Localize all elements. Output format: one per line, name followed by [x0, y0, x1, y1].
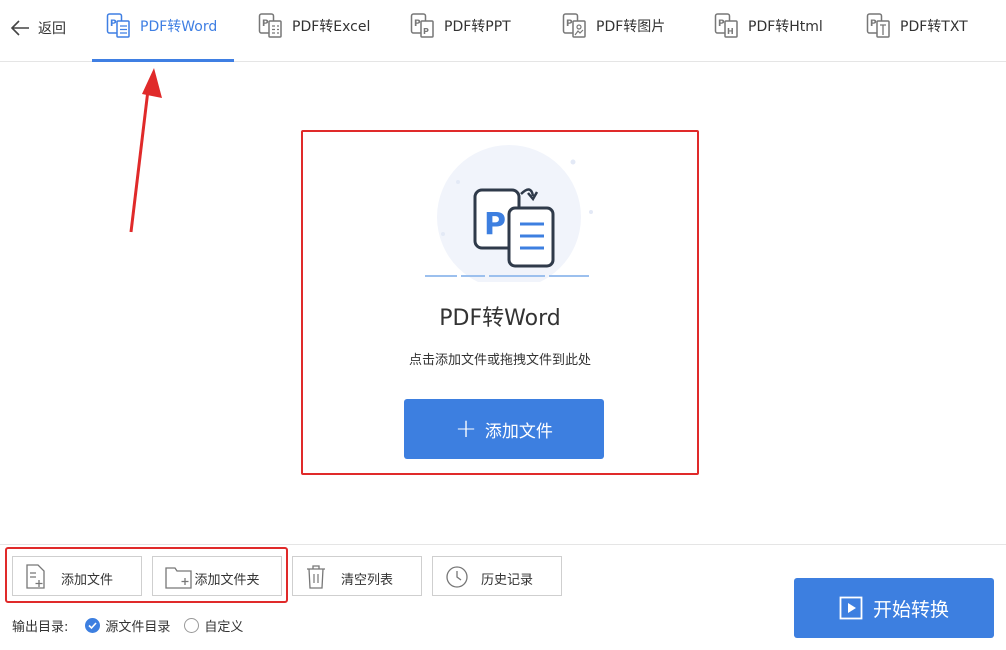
tab-label: PDF转图片	[596, 19, 666, 35]
bottom-toolbar: 添加文件 添加文件夹 清空列表 历史记录 输出目录: 源文件目录 自定义 开始转…	[0, 544, 1006, 650]
add-folder-button[interactable]: 添加文件夹	[152, 556, 282, 596]
clear-list-label: 清空列表	[340, 573, 393, 588]
drop-title: PDF转Word	[439, 306, 561, 331]
tab-label: PDF转Html	[748, 19, 823, 35]
add-file-button[interactable]: + 添加文件	[404, 399, 604, 459]
svg-text:P: P	[110, 19, 117, 29]
clear-list-button[interactable]: 清空列表	[292, 556, 422, 596]
tab-pdf-to-word[interactable]: P PDF转Word	[106, 10, 217, 42]
radio-checked-icon	[85, 617, 101, 633]
tab-pdf-to-excel[interactable]: P PDF转Excel	[258, 10, 370, 42]
pdf-txt-icon: P	[866, 13, 890, 38]
tab-pdf-to-image[interactable]: P PDF转图片	[562, 10, 665, 42]
pdf-image-icon: P	[562, 13, 586, 38]
svg-text:P: P	[423, 27, 429, 36]
start-convert-label: 开始转换	[872, 598, 949, 621]
pdf-html-icon: P H	[714, 13, 738, 38]
top-nav-bar: 返回 P PDF转Word P PDF转Excel P P PDF转PPT P …	[0, 0, 1006, 62]
start-convert-button[interactable]: 开始转换	[794, 578, 994, 638]
output-label: 输出目录:	[12, 619, 69, 635]
add-folder-label: 添加文件夹	[194, 573, 260, 588]
add-file-label: 添加文件	[484, 421, 553, 442]
output-directory-row: 输出目录: 源文件目录 自定义	[12, 616, 243, 635]
tab-label: PDF转TXT	[900, 19, 968, 35]
file-drop-area[interactable]: P PDF转Word 点击添加文件或拖拽文件到此处 + 添加文件	[301, 130, 699, 475]
svg-text:H: H	[727, 27, 734, 36]
tab-label: PDF转Word	[140, 19, 218, 35]
svg-text:P: P	[870, 19, 877, 29]
history-label: 历史记录	[480, 573, 533, 588]
plus-icon: +	[455, 414, 477, 444]
pdf-to-word-illustration: P	[425, 145, 593, 282]
drop-hint: 点击添加文件或拖拽文件到此处	[408, 353, 591, 368]
radio-unchecked-icon	[184, 617, 200, 633]
history-button[interactable]: 历史记录	[432, 556, 562, 596]
tab-label: PDF转PPT	[444, 19, 511, 35]
tab-label: PDF转Excel	[292, 19, 371, 35]
add-file-tool-label: 添加文件	[60, 573, 113, 588]
tab-pdf-to-html[interactable]: P H PDF转Html	[714, 10, 823, 42]
annotation-arrow	[129, 68, 162, 233]
pdf-ppt-icon: P P	[410, 13, 434, 38]
radio-label: 源文件目录	[105, 619, 171, 635]
svg-text:P: P	[718, 19, 725, 29]
svg-text:P: P	[484, 207, 506, 242]
back-label: 返回	[38, 21, 66, 37]
svg-text:P: P	[414, 19, 421, 29]
radio-label: 自定义	[204, 619, 244, 635]
pdf-excel-icon: P	[258, 13, 282, 38]
tab-pdf-to-ppt[interactable]: P P PDF转PPT	[410, 10, 511, 42]
play-icon	[839, 596, 863, 620]
tab-pdf-to-txt[interactable]: P PDF转TXT	[866, 10, 968, 42]
svg-text:P: P	[262, 19, 269, 29]
radio-source-dir[interactable]: 源文件目录	[85, 616, 170, 635]
arrow-left-icon	[10, 20, 29, 36]
back-button[interactable]: 返回	[10, 16, 66, 40]
pdf-word-icon: P	[106, 13, 130, 38]
radio-custom-dir[interactable]: 自定义	[184, 616, 243, 635]
add-file-tool-button[interactable]: 添加文件	[12, 556, 142, 596]
svg-text:P: P	[566, 19, 573, 29]
